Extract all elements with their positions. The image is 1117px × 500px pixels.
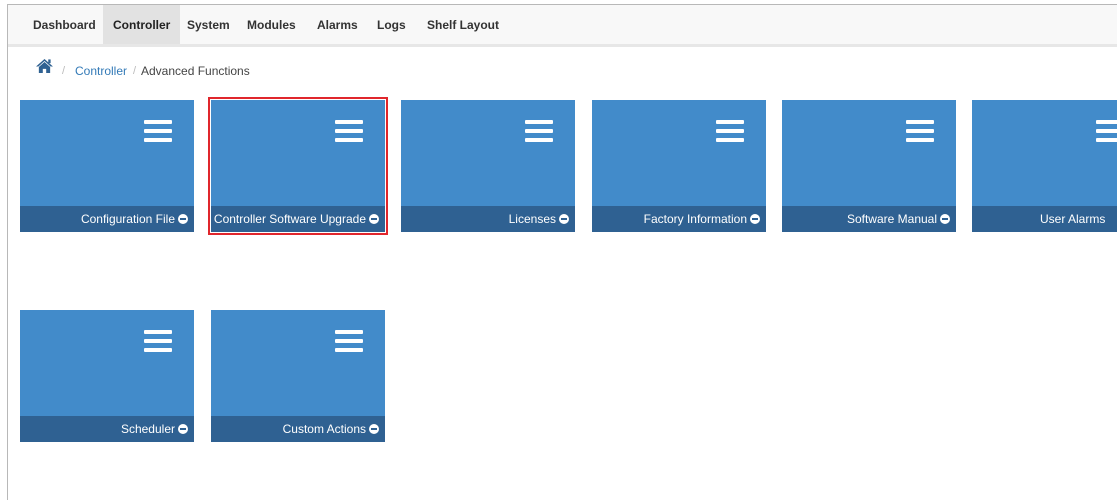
tile-scheduler[interactable]: Scheduler xyxy=(20,310,194,442)
breadcrumb-current: Advanced Functions xyxy=(141,64,250,78)
nav-item-alarms[interactable]: Alarms xyxy=(307,5,368,44)
home-icon[interactable] xyxy=(35,58,54,74)
nav-item-system[interactable]: System xyxy=(177,5,240,44)
menu-icon xyxy=(335,120,363,143)
tile-footer[interactable]: Software Manual xyxy=(782,206,956,232)
tile-custom-actions[interactable]: Custom Actions xyxy=(211,310,385,442)
nav-item-shelf-layout[interactable]: Shelf Layout xyxy=(417,5,509,44)
nav-item-dashboard[interactable]: Dashboard xyxy=(23,5,106,44)
tile-footer[interactable]: User Alarms xyxy=(972,206,1117,232)
menu-icon xyxy=(906,120,934,143)
tile-label: Software Manual xyxy=(846,212,937,226)
nav-item-controller[interactable]: Controller xyxy=(103,5,181,44)
tile-licenses[interactable]: Licenses xyxy=(401,100,575,232)
menu-icon xyxy=(525,120,553,143)
tile-footer[interactable]: Configuration File xyxy=(20,206,194,232)
breadcrumb-separator: / xyxy=(62,65,66,77)
tile-factory-information[interactable]: Factory Information xyxy=(592,100,766,232)
tile-software-manual[interactable]: Software Manual xyxy=(782,100,956,232)
circle-arrow-icon xyxy=(178,214,188,224)
nav-item-modules[interactable]: Modules xyxy=(237,5,306,44)
tile-footer[interactable]: Factory Information xyxy=(592,206,766,232)
tile-label: Licenses xyxy=(508,212,556,226)
tile-footer[interactable]: Scheduler xyxy=(20,416,194,442)
tile-label: Factory Information xyxy=(643,212,747,226)
circle-arrow-icon xyxy=(369,424,379,434)
top-navbar: Dashboard Controller System Modules Alar… xyxy=(8,5,1117,47)
tile-controller-software-upgrade[interactable]: Controller Software Upgrade xyxy=(208,97,388,235)
tile-label: Controller Software Upgrade xyxy=(213,212,366,226)
tile-footer[interactable]: Controller Software Upgrade xyxy=(211,206,385,232)
tile-label: Scheduler xyxy=(120,422,175,436)
breadcrumb-separator: / xyxy=(133,65,137,77)
circle-arrow-icon xyxy=(940,214,950,224)
nav-item-logs[interactable]: Logs xyxy=(367,5,416,44)
circle-arrow-icon xyxy=(178,424,188,434)
tile-label: Configuration File xyxy=(80,212,175,226)
menu-icon xyxy=(144,120,172,143)
menu-icon xyxy=(335,330,363,353)
menu-icon xyxy=(716,120,744,143)
tile-footer[interactable]: Licenses xyxy=(401,206,575,232)
circle-arrow-icon xyxy=(750,214,760,224)
circle-arrow-icon xyxy=(559,214,569,224)
tile-label: User Alarms xyxy=(1040,212,1106,226)
menu-icon xyxy=(1096,120,1117,143)
menu-icon xyxy=(144,330,172,353)
breadcrumb-controller-link[interactable]: Controller xyxy=(75,64,127,78)
tile-user-alarms[interactable]: User Alarms xyxy=(972,100,1117,232)
tile-configuration-file[interactable]: Configuration File xyxy=(20,100,194,232)
tile-label: Custom Actions xyxy=(282,422,366,436)
circle-arrow-icon xyxy=(369,214,379,224)
tile-footer[interactable]: Custom Actions xyxy=(211,416,385,442)
